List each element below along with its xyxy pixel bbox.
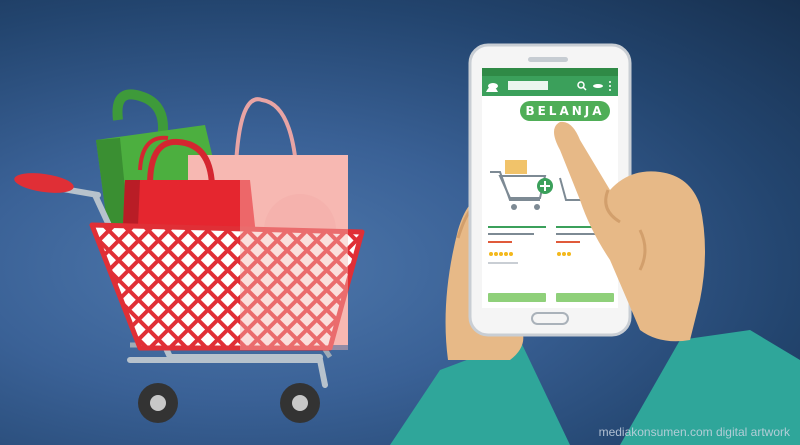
belanja-button[interactable]: BELANJA — [520, 101, 610, 121]
cart-wheel-left — [138, 383, 178, 423]
add-plus-icon[interactable] — [537, 178, 553, 194]
watermark-caption: mediakonsumen.com digital artwork — [598, 425, 790, 439]
scene — [14, 43, 800, 445]
shopping-cart — [14, 89, 365, 423]
menu-dots-icon — [609, 81, 611, 91]
cart-handle — [14, 173, 101, 198]
cart-wheel-right — [280, 383, 320, 423]
